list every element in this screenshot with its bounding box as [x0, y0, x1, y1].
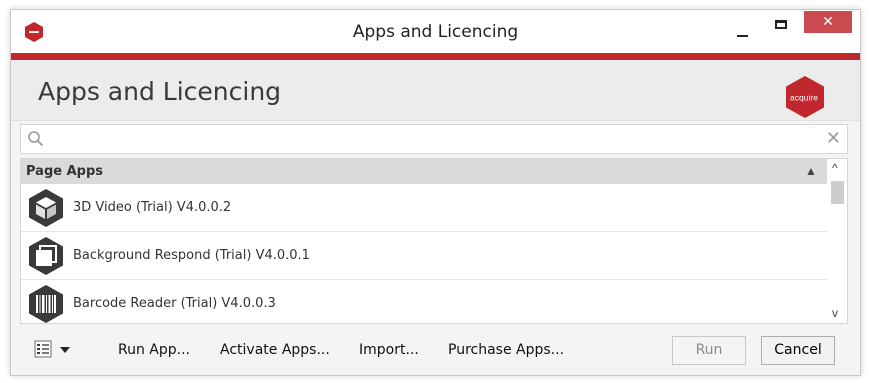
vertical-scrollbar[interactable]: ^ v [828, 159, 847, 323]
app-name: 3D Video (Trial) V4.0.0.2 [73, 200, 232, 215]
apps-list: Page Apps ▲ 3D Video (Trial) V4.0.0.2 Ba… [20, 158, 848, 324]
list-item[interactable]: 3D Video (Trial) V4.0.0.2 [21, 184, 827, 232]
list-item[interactable]: Barcode Reader (Trial) V4.0.0.3 [21, 280, 827, 323]
app-name: Background Respond (Trial) V4.0.0.1 [73, 248, 310, 263]
scroll-down-icon[interactable]: v [832, 307, 838, 319]
import-link[interactable]: Import... [359, 342, 419, 358]
page-title: Apps and Licencing [38, 77, 282, 106]
cancel-button[interactable]: Cancel [761, 336, 835, 365]
search-bar: ✕ [20, 124, 848, 154]
barcode-icon [29, 285, 63, 323]
page-header: Apps and Licencing acquire [11, 60, 860, 121]
search-input[interactable] [51, 128, 815, 152]
footer-toolbar: Run App... Activate Apps... Import... Pu… [11, 326, 860, 375]
activate-apps-link[interactable]: Activate Apps... [220, 342, 330, 358]
accent-bar [11, 53, 860, 60]
group-header-page-apps[interactable]: Page Apps ▲ [21, 159, 827, 184]
scroll-up-icon[interactable]: ^ [832, 162, 838, 174]
search-icon [28, 131, 44, 147]
close-button[interactable]: ✕ [804, 11, 852, 33]
svg-text:acquire: acquire [790, 93, 818, 103]
maximize-button[interactable] [770, 15, 794, 37]
run-app-link[interactable]: Run App... [118, 342, 190, 358]
apps-licencing-window: Apps and Licencing ✕ Apps and Licencing … [10, 9, 861, 376]
view-options-button[interactable] [34, 339, 76, 361]
cube-icon [29, 189, 63, 227]
group-label: Page Apps [26, 164, 104, 179]
list-item[interactable]: Background Respond (Trial) V4.0.0.1 [21, 232, 827, 280]
scroll-thumb[interactable] [831, 181, 844, 204]
run-button[interactable]: Run [672, 336, 746, 365]
title-bar: Apps and Licencing ✕ [11, 10, 860, 53]
layers-icon [29, 237, 63, 275]
clear-search-icon[interactable]: ✕ [826, 128, 841, 150]
minimize-button[interactable] [731, 20, 755, 40]
app-name: Barcode Reader (Trial) V4.0.0.3 [73, 296, 276, 311]
acquire-logo: acquire [786, 76, 824, 118]
purchase-apps-link[interactable]: Purchase Apps... [448, 342, 564, 358]
collapse-chevron-icon[interactable]: ▲ [805, 164, 817, 178]
